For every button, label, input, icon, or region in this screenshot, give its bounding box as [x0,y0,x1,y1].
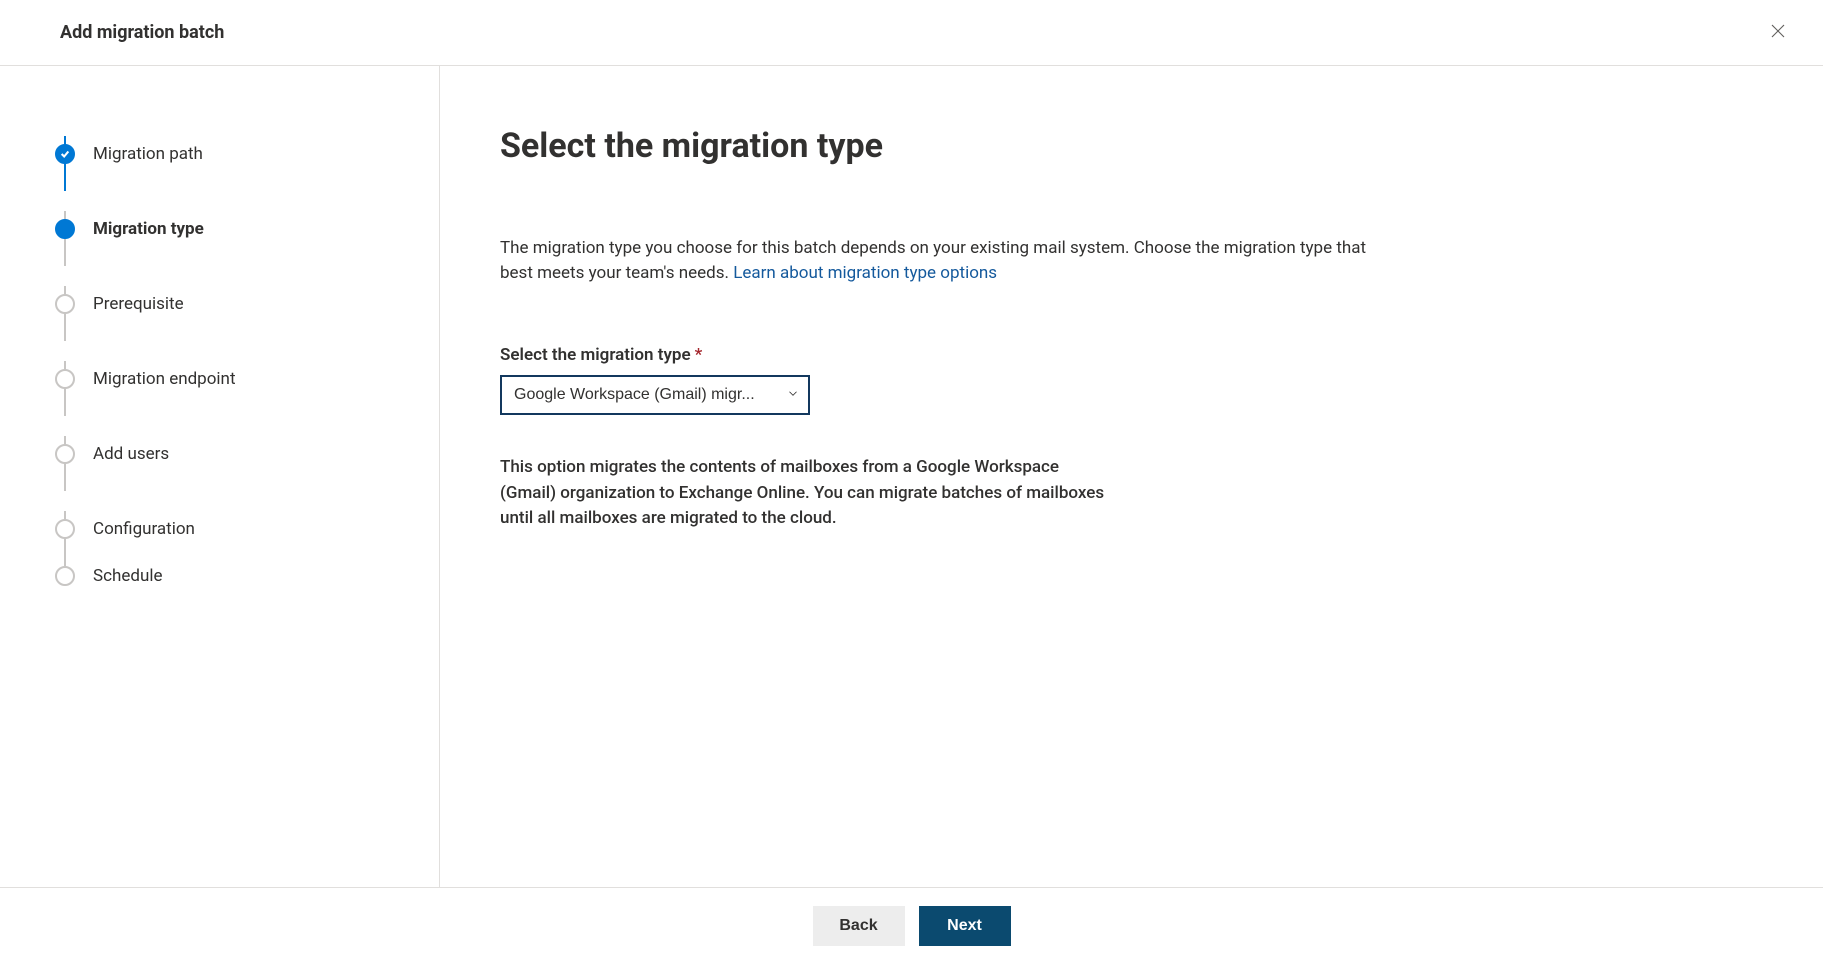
step-migration-type[interactable]: Migration type [55,191,409,266]
wizard-steps-sidebar: Migration path Migration type Prerequisi… [0,66,440,887]
wizard-header: Add migration batch [0,0,1823,66]
step-configuration[interactable]: Configuration [55,491,409,566]
step-label: Add users [93,444,169,464]
wizard-title: Add migration batch [60,22,224,43]
step-prerequisite[interactable]: Prerequisite [55,266,409,341]
step-indicator-upcoming [55,444,75,464]
migration-type-select[interactable]: Google Workspace (Gmail) migr... [500,375,810,415]
step-indicator-current [55,219,75,239]
next-button[interactable]: Next [919,906,1011,946]
step-indicator-upcoming [55,294,75,314]
step-indicator-upcoming [55,566,75,586]
step-indicator-completed [55,144,75,164]
step-indicator-upcoming [55,519,75,539]
page-title: Select the migration type [500,126,1743,166]
intro-text: The migration type you choose for this b… [500,236,1380,285]
step-label: Configuration [93,519,195,539]
step-label: Migration path [93,144,203,164]
check-icon [60,149,70,159]
back-button[interactable]: Back [813,906,905,946]
wizard-footer: Back Next [0,887,1823,964]
step-label: Schedule [93,566,162,586]
step-migration-path[interactable]: Migration path [55,116,409,191]
close-icon [1769,22,1787,40]
learn-more-link[interactable]: Learn about migration type options [733,263,997,283]
wizard-content: Select the migration type The migration … [440,66,1823,887]
required-indicator: * [695,345,703,365]
step-label: Prerequisite [93,294,184,314]
step-label: Migration endpoint [93,369,236,389]
migration-type-label: Select the migration type* [500,345,1743,365]
step-schedule[interactable]: Schedule [55,566,409,586]
migration-type-select-wrap: Google Workspace (Gmail) migr... [500,375,810,415]
migration-type-description: This option migrates the contents of mai… [500,455,1110,532]
close-button[interactable] [1763,16,1793,49]
step-indicator-upcoming [55,369,75,389]
step-label: Migration type [93,219,204,239]
step-add-users[interactable]: Add users [55,416,409,491]
step-migration-endpoint[interactable]: Migration endpoint [55,341,409,416]
